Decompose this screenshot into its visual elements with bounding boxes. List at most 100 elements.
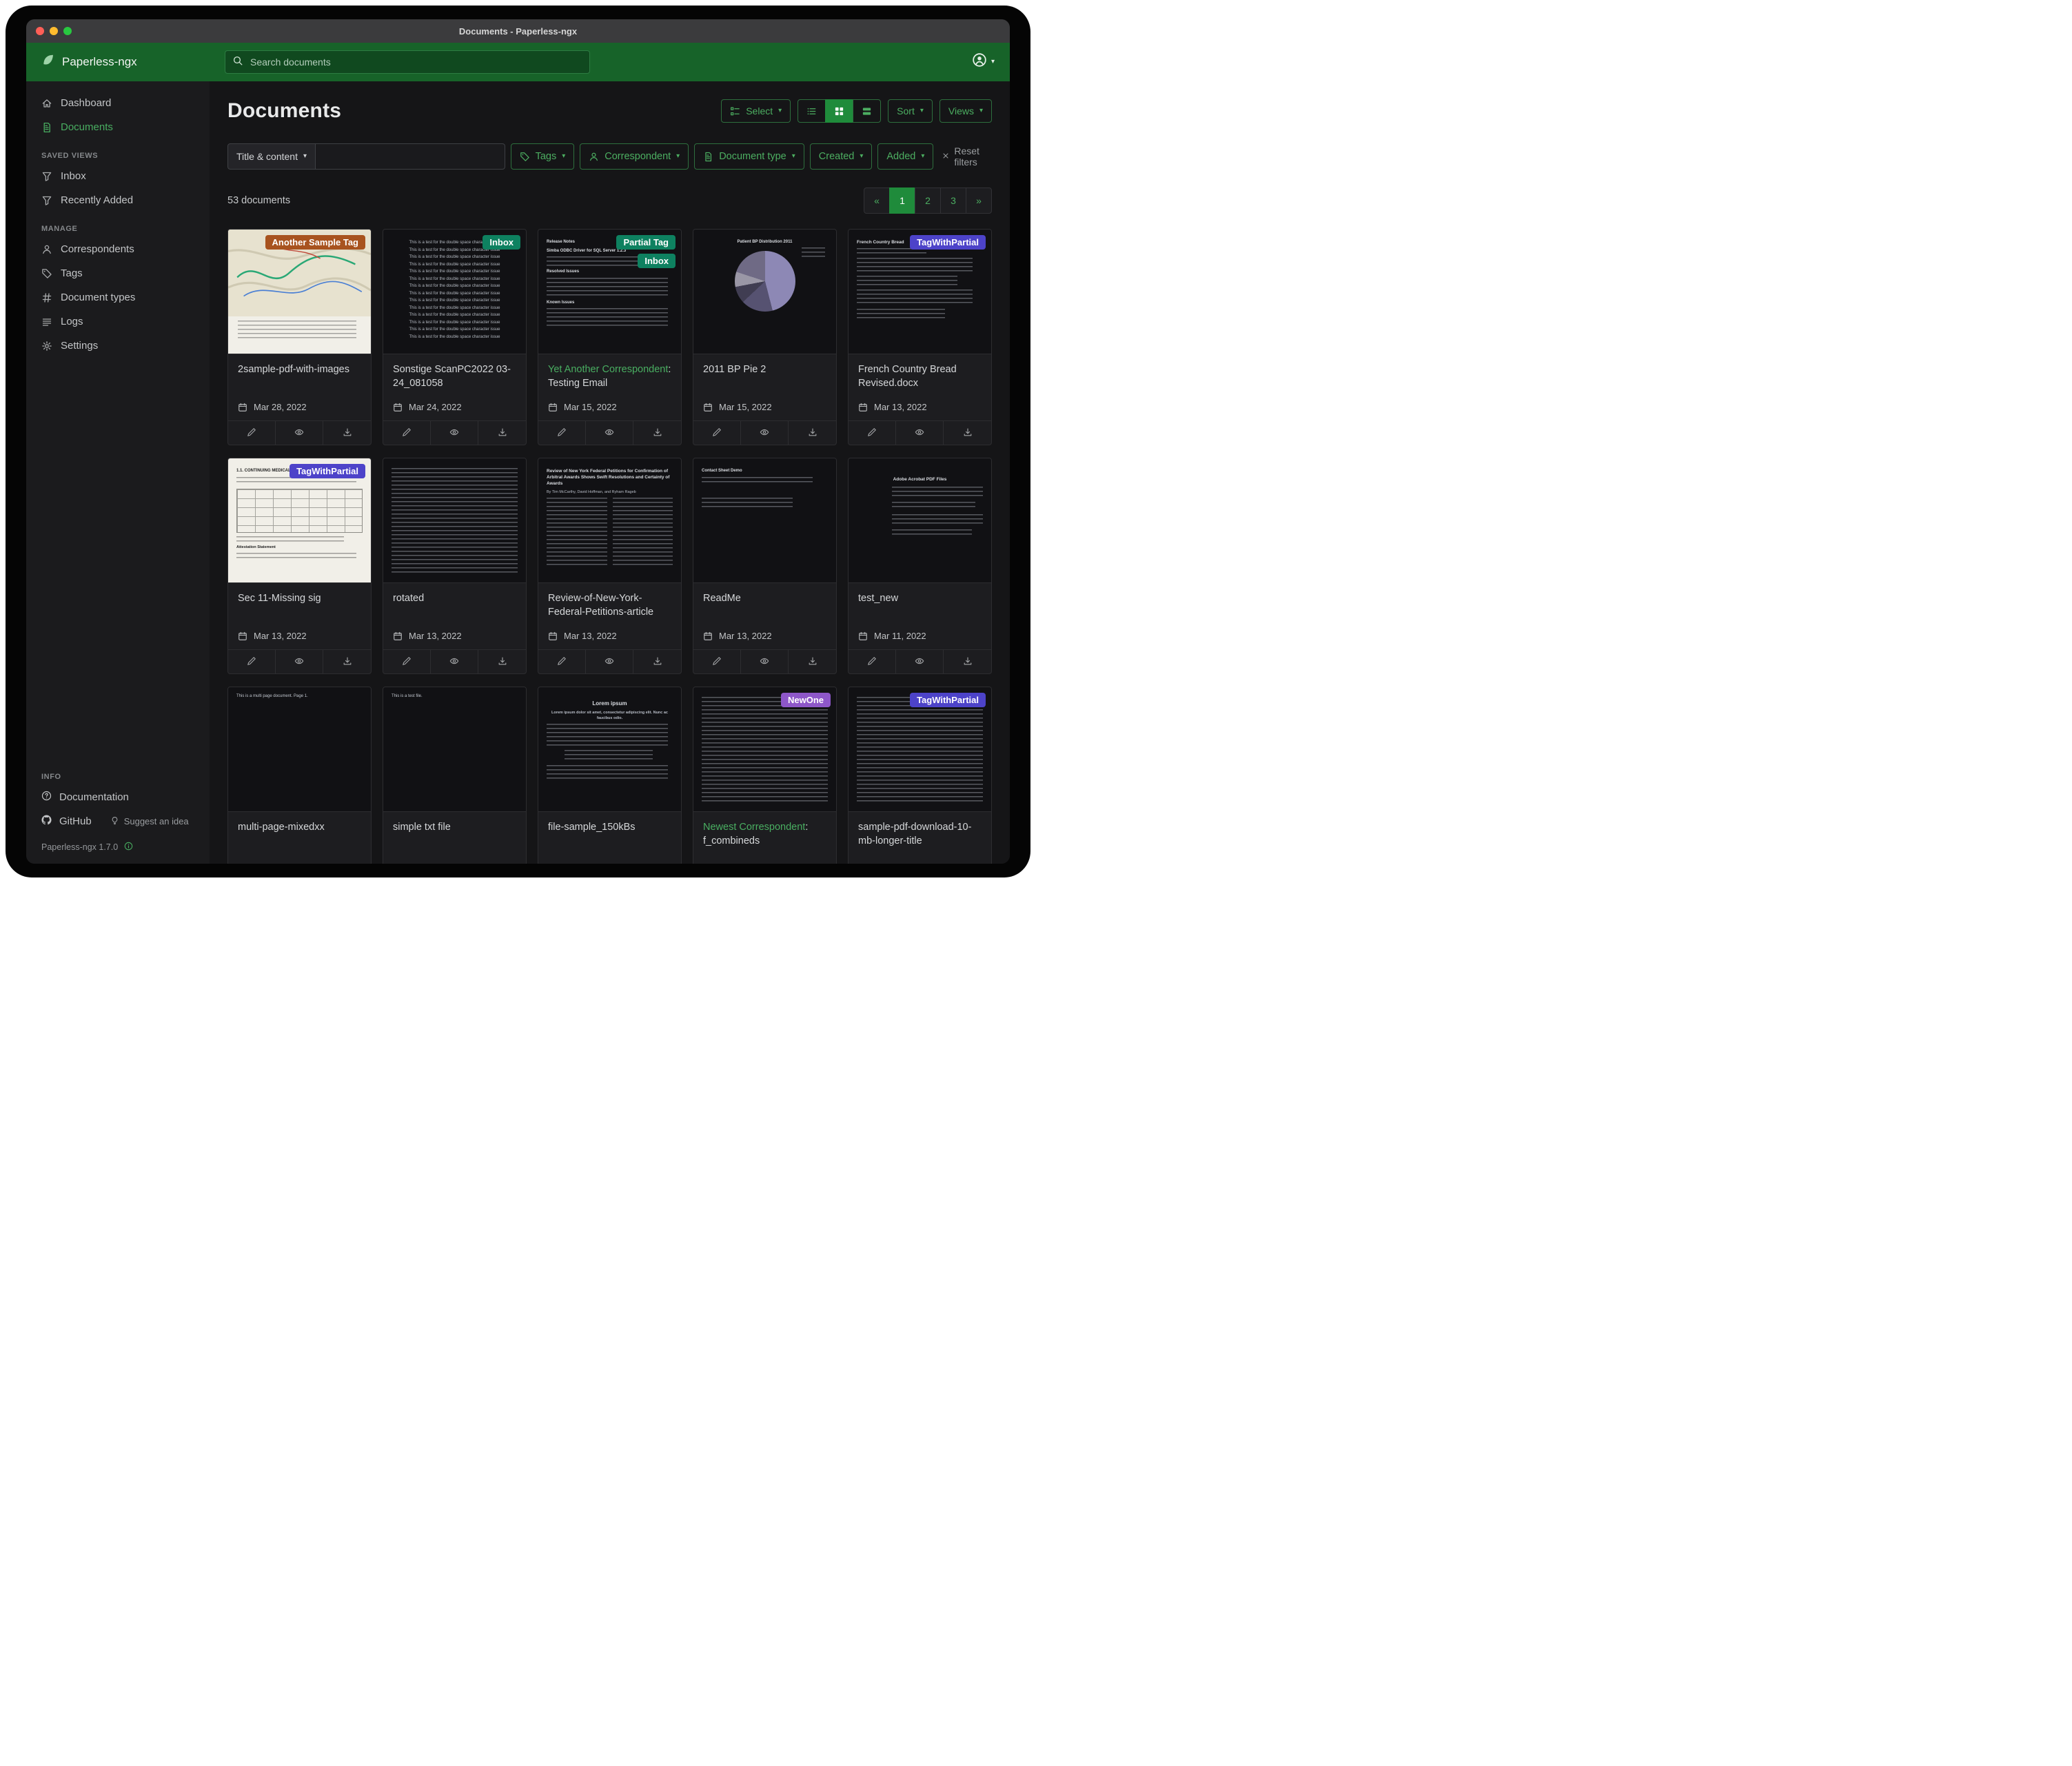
document-title[interactable]: test_new bbox=[858, 591, 982, 605]
download-document-button[interactable] bbox=[323, 421, 371, 445]
views-button[interactable]: Views ▾ bbox=[939, 99, 992, 123]
document-title[interactable]: 2sample-pdf-with-images bbox=[238, 363, 361, 376]
document-card[interactable]: Contact Sheet DemoReadMeMar 13, 2022 bbox=[693, 458, 837, 674]
document-thumbnail[interactable]: Lorem ipsumLorem ipsum dolor sit amet, c… bbox=[538, 687, 681, 812]
edit-document-button[interactable] bbox=[228, 421, 276, 445]
document-title[interactable]: rotated bbox=[393, 591, 516, 605]
document-thumbnail[interactable]: Adobe Acrobat PDF Files bbox=[849, 458, 991, 583]
download-document-button[interactable] bbox=[478, 421, 526, 445]
tag-badge-tagwithpartial[interactable]: TagWithPartial bbox=[910, 235, 986, 250]
document-thumbnail[interactable] bbox=[383, 458, 526, 583]
view-document-button[interactable] bbox=[586, 650, 633, 673]
tag-badge-tagwithpartial[interactable]: TagWithPartial bbox=[910, 693, 986, 707]
sidebar-item-inbox[interactable]: Inbox bbox=[26, 164, 210, 188]
document-thumbnail[interactable]: This is a test file. bbox=[383, 687, 526, 812]
select-button[interactable]: Select ▾ bbox=[721, 99, 791, 123]
document-card[interactable]: This is a test file.simple txt file bbox=[383, 687, 527, 864]
document-title[interactable]: Sonstige ScanPC2022 03-24_081058 bbox=[393, 363, 516, 390]
download-document-button[interactable] bbox=[478, 650, 526, 673]
sidebar-item-tags[interactable]: Tags bbox=[26, 261, 210, 285]
view-document-button[interactable] bbox=[431, 421, 478, 445]
document-thumbnail[interactable]: Another Sample Tag bbox=[228, 230, 371, 354]
document-title[interactable]: Sec 11-Missing sig bbox=[238, 591, 361, 605]
view-grid-button[interactable] bbox=[825, 99, 853, 123]
download-document-button[interactable] bbox=[789, 421, 836, 445]
pagination-page-2[interactable]: 2 bbox=[915, 187, 941, 214]
sidebar-item-document-types[interactable]: Document types bbox=[26, 285, 210, 309]
view-document-button[interactable] bbox=[741, 421, 789, 445]
document-title[interactable]: Yet Another Correspondent: Testing Email bbox=[548, 363, 671, 390]
document-thumbnail[interactable]: Release NotesSimba ODBC Driver for SQL S… bbox=[538, 230, 681, 354]
sidebar-item-github[interactable]: GitHub bbox=[41, 815, 92, 828]
document-card[interactable]: Lorem ipsumLorem ipsum dolor sit amet, c… bbox=[538, 687, 682, 864]
info-circle-icon[interactable] bbox=[124, 842, 133, 853]
document-title[interactable]: 2011 BP Pie 2 bbox=[703, 363, 826, 376]
document-card[interactable]: This is a test for the double space char… bbox=[383, 229, 527, 445]
edit-document-button[interactable] bbox=[538, 650, 586, 673]
document-card[interactable]: French Country BreadTagWithPartial French… bbox=[848, 229, 992, 445]
view-detail-button[interactable] bbox=[853, 99, 881, 123]
sidebar-item-settings[interactable]: Settings bbox=[26, 334, 210, 358]
document-title[interactable]: French Country Bread Revised.docx bbox=[858, 363, 982, 390]
view-document-button[interactable] bbox=[586, 421, 633, 445]
document-card[interactable]: Release NotesSimba ODBC Driver for SQL S… bbox=[538, 229, 682, 445]
edit-document-button[interactable] bbox=[538, 421, 586, 445]
document-title[interactable]: file-sample_150kBs bbox=[548, 820, 671, 834]
created-filter-button[interactable]: Created ▾ bbox=[810, 143, 873, 170]
pagination-prev-button[interactable]: « bbox=[864, 187, 890, 214]
document-title[interactable]: ReadMe bbox=[703, 591, 826, 605]
document-thumbnail[interactable]: This is a test for the double space char… bbox=[383, 230, 526, 354]
sidebar-item-documents[interactable]: Documents bbox=[26, 115, 210, 139]
sidebar-item-correspondents[interactable]: Correspondents bbox=[26, 237, 210, 261]
document-card[interactable]: This is a multi page document. Page 1.mu… bbox=[227, 687, 372, 864]
correspondent-filter-button[interactable]: Correspondent ▾ bbox=[580, 143, 689, 170]
document-card[interactable]: Review of New York Federal Petitions for… bbox=[538, 458, 682, 674]
document-thumbnail[interactable]: Review of New York Federal Petitions for… bbox=[538, 458, 681, 583]
document-correspondent[interactable]: Newest Correspondent bbox=[703, 822, 805, 833]
document-title[interactable]: Newest Correspondent: f_combineds bbox=[703, 820, 826, 848]
view-document-button[interactable] bbox=[896, 421, 944, 445]
view-document-button[interactable] bbox=[276, 650, 323, 673]
pagination-page-1[interactable]: 1 bbox=[889, 187, 915, 214]
document-thumbnail[interactable]: Patient BP Distribution 2011 bbox=[693, 230, 836, 354]
edit-document-button[interactable] bbox=[228, 650, 276, 673]
document-card[interactable]: 1.1. CONTINUING MEDICAL EDUCAAttestation… bbox=[227, 458, 372, 674]
document-title[interactable]: sample-pdf-download-10-mb-longer-title bbox=[858, 820, 982, 848]
edit-document-button[interactable] bbox=[383, 421, 431, 445]
download-document-button[interactable] bbox=[323, 650, 371, 673]
tags-filter-button[interactable]: Tags ▾ bbox=[511, 143, 575, 170]
document-thumbnail[interactable]: Contact Sheet Demo bbox=[693, 458, 836, 583]
tag-badge-another-sample-tag[interactable]: Another Sample Tag bbox=[265, 235, 365, 250]
document-thumbnail[interactable]: NewOne bbox=[693, 687, 836, 812]
view-document-button[interactable] bbox=[276, 421, 323, 445]
document-thumbnail[interactable]: French Country BreadTagWithPartial bbox=[849, 230, 991, 354]
document-thumbnail[interactable]: TagWithPartial bbox=[849, 687, 991, 812]
view-document-button[interactable] bbox=[431, 650, 478, 673]
sidebar-item-dashboard[interactable]: Dashboard bbox=[26, 91, 210, 115]
view-document-button[interactable] bbox=[741, 650, 789, 673]
sidebar-item-documentation[interactable]: Documentation bbox=[26, 785, 210, 809]
view-list-button[interactable] bbox=[798, 99, 826, 123]
edit-document-button[interactable] bbox=[693, 650, 741, 673]
suggest-idea-link[interactable]: Suggest an idea bbox=[110, 816, 189, 827]
download-document-button[interactable] bbox=[633, 650, 681, 673]
filter-field-select[interactable]: Title & content ▾ bbox=[227, 143, 316, 170]
tag-badge-inbox[interactable]: Inbox bbox=[483, 235, 520, 250]
user-menu[interactable]: ▾ bbox=[972, 52, 995, 72]
filter-text-input[interactable] bbox=[316, 143, 505, 170]
document-card[interactable]: Adobe Acrobat PDF Filestest_newMar 11, 2… bbox=[848, 458, 992, 674]
pagination-next-button[interactable]: » bbox=[966, 187, 992, 214]
view-document-button[interactable] bbox=[896, 650, 944, 673]
sidebar-item-recently-added[interactable]: Recently Added bbox=[26, 188, 210, 212]
reset-filters-button[interactable]: Reset filters bbox=[939, 145, 992, 168]
tag-badge-tagwithpartial[interactable]: TagWithPartial bbox=[290, 464, 365, 478]
download-document-button[interactable] bbox=[944, 421, 991, 445]
tag-badge-newone[interactable]: NewOne bbox=[781, 693, 831, 707]
document-card[interactable]: Another Sample Tag 2sample-pdf-with-image… bbox=[227, 229, 372, 445]
sort-button[interactable]: Sort ▾ bbox=[888, 99, 933, 123]
edit-document-button[interactable] bbox=[693, 421, 741, 445]
document-type-filter-button[interactable]: Document type ▾ bbox=[694, 143, 804, 170]
pagination-page-3[interactable]: 3 bbox=[940, 187, 966, 214]
search-input[interactable] bbox=[249, 56, 582, 68]
document-card[interactable]: Patient BP Distribution 2011 2011 BP Pie … bbox=[693, 229, 837, 445]
